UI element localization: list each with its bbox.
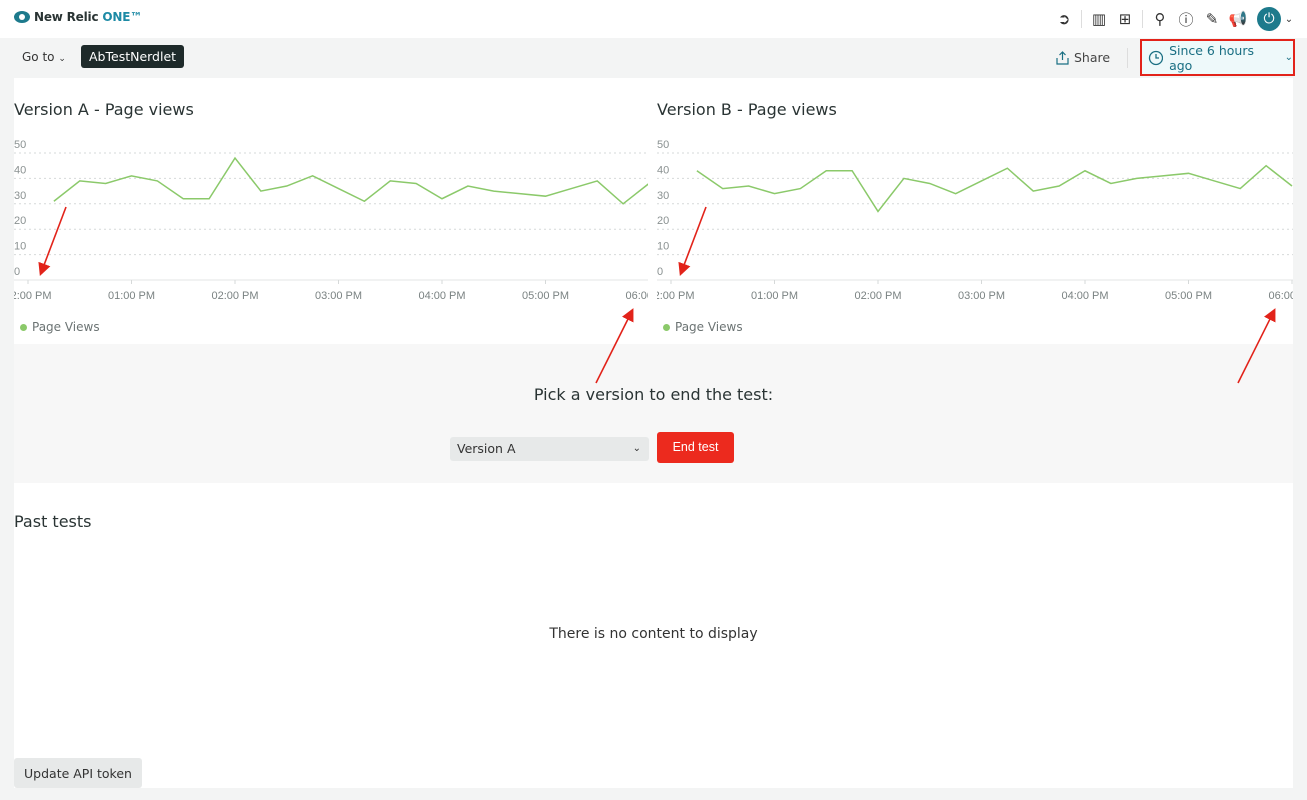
- chevron-down-icon[interactable]: ⌄: [1281, 6, 1297, 32]
- chevron-down-icon: ⌄: [632, 443, 641, 454]
- time-picker[interactable]: Since 6 hours ago ⌄: [1140, 39, 1295, 76]
- user-avatar-icon[interactable]: ⏻: [1257, 7, 1281, 31]
- goto-menu[interactable]: Go to ⌄: [22, 50, 66, 64]
- x-tick-label: 03:00 PM: [958, 290, 1005, 302]
- past-tests-title: Past tests: [14, 512, 92, 531]
- x-tick-label: 12:00 PM: [657, 290, 695, 302]
- chart-version-b: Version B - Page views 0 10 20 30 40 50 12:00 …: [657, 78, 1293, 344]
- nerdlet-breadcrumb[interactable]: AbTestNerdlet: [81, 45, 185, 68]
- new-relic-logo[interactable]: New Relic ONE™: [14, 10, 142, 24]
- chart-title: Version B - Page views: [657, 100, 837, 119]
- megaphone-icon[interactable]: 📢: [1225, 6, 1251, 32]
- logo-icon: [14, 11, 30, 23]
- y-tick-label: 10: [657, 241, 669, 253]
- legend-dot-icon: [20, 323, 27, 331]
- chevron-down-icon: ⌄: [1284, 52, 1293, 63]
- y-tick-label: 30: [14, 190, 26, 202]
- x-tick-label: 05:00 PM: [522, 290, 569, 302]
- search-icon[interactable]: ⚲: [1147, 6, 1173, 32]
- chevron-down-icon: ⌄: [58, 54, 66, 64]
- top-nav: New Relic ONE™ ➲ ▥ ⊞ ⚲ ⓘ ✎ 📢 ⏻ ⌄: [0, 0, 1307, 38]
- x-tick-label: 02:00 PM: [211, 290, 258, 302]
- legend[interactable]: Page Views: [20, 320, 100, 334]
- empty-state: There is no content to display: [549, 626, 758, 642]
- y-tick-label: 50: [657, 139, 669, 151]
- series-line: [53, 156, 648, 205]
- arrow-right-circle-icon[interactable]: ➲: [1051, 6, 1077, 32]
- x-tick-label: 01:00 PM: [751, 290, 798, 302]
- end-test-button[interactable]: End test: [657, 432, 734, 463]
- feedback-icon[interactable]: ✎: [1199, 6, 1225, 32]
- y-tick-label: 50: [14, 139, 26, 151]
- y-tick-label: 30: [657, 190, 669, 202]
- series-line: [696, 164, 1293, 213]
- y-tick-label: 0: [14, 266, 20, 278]
- chart-version-a: Version A - Page views 0 10 20 30 40 50 12:00 …: [14, 78, 648, 344]
- help-icon[interactable]: ⓘ: [1173, 6, 1199, 32]
- chart-icon[interactable]: ▥: [1086, 6, 1112, 32]
- y-tick-label: 20: [657, 215, 669, 227]
- y-tick-label: 10: [14, 241, 26, 253]
- line-chart: 0 10 20 30 40 50 12:00 PM 01:00 PM 02:00 PM 03:00…: [14, 139, 648, 302]
- x-tick-label: 06:00 PM: [1268, 290, 1293, 302]
- divider: [1127, 48, 1128, 68]
- end-test-prompt: Pick a version to end the test:: [533, 385, 774, 404]
- y-tick-label: 40: [657, 164, 669, 176]
- x-tick-label: 02:00 PM: [854, 290, 901, 302]
- divider: [1142, 10, 1143, 28]
- y-tick-label: 20: [14, 215, 26, 227]
- y-tick-label: 40: [14, 164, 26, 176]
- x-tick-label: 01:00 PM: [108, 290, 155, 302]
- share-button[interactable]: Share: [1056, 50, 1110, 65]
- legend-dot-icon: [663, 323, 670, 331]
- y-tick-label: 0: [657, 266, 663, 278]
- chart-title: Version A - Page views: [14, 100, 194, 119]
- version-select[interactable]: Version A ⌄: [450, 437, 649, 461]
- line-chart: 0 10 20 30 40 50 12:00 PM 01:00 PM 02:00 PM 03:00…: [657, 139, 1293, 302]
- x-tick-label: 05:00 PM: [1165, 290, 1212, 302]
- x-tick-label: 03:00 PM: [315, 290, 362, 302]
- sub-toolbar: Go to ⌄ AbTestNerdlet Share Since 6 hour…: [0, 38, 1307, 78]
- x-tick-label: 04:00 PM: [418, 290, 465, 302]
- legend[interactable]: Page Views: [663, 320, 743, 334]
- x-tick-label: 04:00 PM: [1061, 290, 1108, 302]
- end-test-section: Pick a version to end the test: Version …: [14, 344, 1293, 483]
- x-tick-label: 12:00 PM: [14, 290, 52, 302]
- update-api-token-button[interactable]: Update API token: [14, 758, 142, 788]
- x-tick-label: 06:00 PM: [625, 290, 648, 302]
- divider: [1081, 10, 1082, 28]
- share-icon: [1056, 50, 1069, 65]
- apps-grid-icon[interactable]: ⊞: [1112, 6, 1138, 32]
- main-panel: Version A - Page views 0 10 20 30 40 50 12:00 …: [14, 78, 1293, 788]
- clock-icon: [1148, 50, 1164, 65]
